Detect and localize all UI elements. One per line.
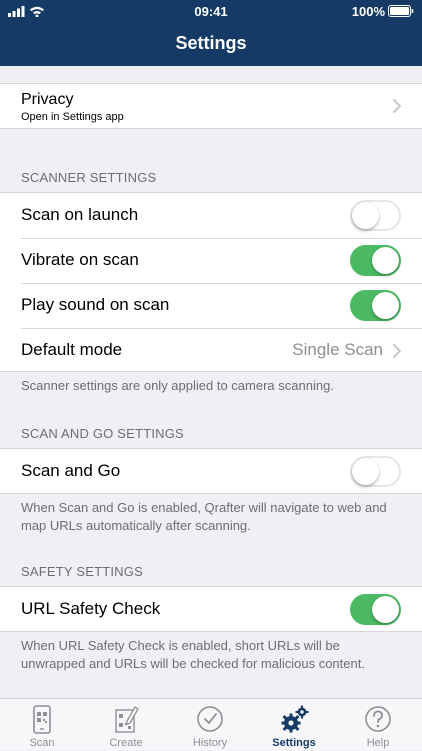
tab-scan-label: Scan bbox=[29, 737, 55, 749]
tab-help[interactable]: Help bbox=[336, 699, 420, 751]
history-icon bbox=[197, 706, 223, 732]
tab-history[interactable]: History bbox=[168, 699, 252, 751]
tab-help-label: Help bbox=[366, 737, 390, 749]
privacy-title: Privacy bbox=[21, 91, 74, 108]
scan-and-go-footer: When Scan and Go is enabled, Qrafter wil… bbox=[21, 500, 387, 533]
default-mode-row[interactable]: Default mode Single Scan bbox=[0, 328, 422, 373]
tab-history-label: History bbox=[192, 737, 228, 749]
battery-icon bbox=[388, 5, 414, 17]
scanner-settings-group: Scan on launch Vibrate on scan Play soun… bbox=[0, 192, 422, 372]
default-mode-label: Default mode bbox=[21, 340, 123, 359]
safety-settings-header: SAFETY SETTINGS bbox=[21, 564, 143, 579]
scan-and-go-group: Scan and Go bbox=[0, 448, 422, 494]
battery-percentage: 100% bbox=[351, 4, 385, 19]
vibrate-on-scan-row: Vibrate on scan bbox=[0, 238, 422, 283]
chevron-right-icon bbox=[393, 344, 401, 358]
toggle-knob bbox=[372, 596, 399, 623]
tab-scan[interactable]: Scan bbox=[0, 699, 84, 751]
page-title: Settings bbox=[175, 33, 247, 53]
tab-settings[interactable]: Settings bbox=[252, 699, 336, 751]
play-sound-on-scan-label: Play sound on scan bbox=[21, 295, 170, 314]
safety-settings-footer: When URL Safety Check is enabled, short … bbox=[21, 638, 365, 671]
scan-and-go-header: SCAN AND GO SETTINGS bbox=[21, 426, 184, 441]
tab-bar: Scan Create History Settings Help bbox=[0, 698, 422, 750]
default-mode-value: Single Scan bbox=[292, 340, 383, 359]
scan-icon bbox=[33, 705, 51, 734]
toggle-knob bbox=[372, 247, 399, 274]
scan-on-launch-row: Scan on launch bbox=[0, 193, 422, 238]
scanner-settings-footer: Scanner settings are only applied to cam… bbox=[21, 378, 334, 393]
url-safety-check-row: URL Safety Check bbox=[0, 587, 422, 632]
privacy-subtitle: Open in Settings app bbox=[21, 111, 124, 123]
scan-on-launch-label: Scan on launch bbox=[21, 205, 139, 224]
url-safety-check-toggle[interactable] bbox=[350, 594, 401, 625]
toggle-knob bbox=[352, 458, 379, 485]
url-safety-check-label: URL Safety Check bbox=[21, 599, 161, 618]
play-sound-on-scan-toggle[interactable] bbox=[350, 290, 401, 321]
tab-settings-label: Settings bbox=[272, 737, 316, 749]
safety-settings-group: URL Safety Check bbox=[0, 586, 422, 632]
vibrate-on-scan-label: Vibrate on scan bbox=[21, 250, 139, 269]
tab-create-label: Create bbox=[109, 737, 143, 749]
tab-create[interactable]: Create bbox=[84, 699, 168, 751]
scanner-settings-header: SCANNER SETTINGS bbox=[21, 170, 157, 185]
toggle-knob bbox=[352, 202, 379, 229]
vibrate-on-scan-toggle[interactable] bbox=[350, 245, 401, 276]
gears-icon bbox=[281, 705, 309, 733]
play-sound-on-scan-row: Play sound on scan bbox=[0, 283, 422, 328]
scan-and-go-row: Scan and Go bbox=[0, 449, 422, 494]
scan-and-go-toggle[interactable] bbox=[350, 456, 401, 487]
navigation-header: 09:41 100% Settings bbox=[0, 0, 422, 66]
create-icon bbox=[115, 706, 139, 733]
status-bar: 09:41 100% bbox=[0, 0, 422, 22]
scan-and-go-label: Scan and Go bbox=[21, 461, 121, 480]
scan-on-launch-toggle[interactable] bbox=[350, 200, 401, 231]
help-icon bbox=[365, 706, 391, 732]
chevron-right-icon bbox=[393, 99, 401, 113]
privacy-group: Privacy Open in Settings app bbox=[0, 83, 422, 129]
toggle-knob bbox=[372, 292, 399, 319]
privacy-row[interactable]: Privacy Open in Settings app bbox=[0, 84, 422, 128]
